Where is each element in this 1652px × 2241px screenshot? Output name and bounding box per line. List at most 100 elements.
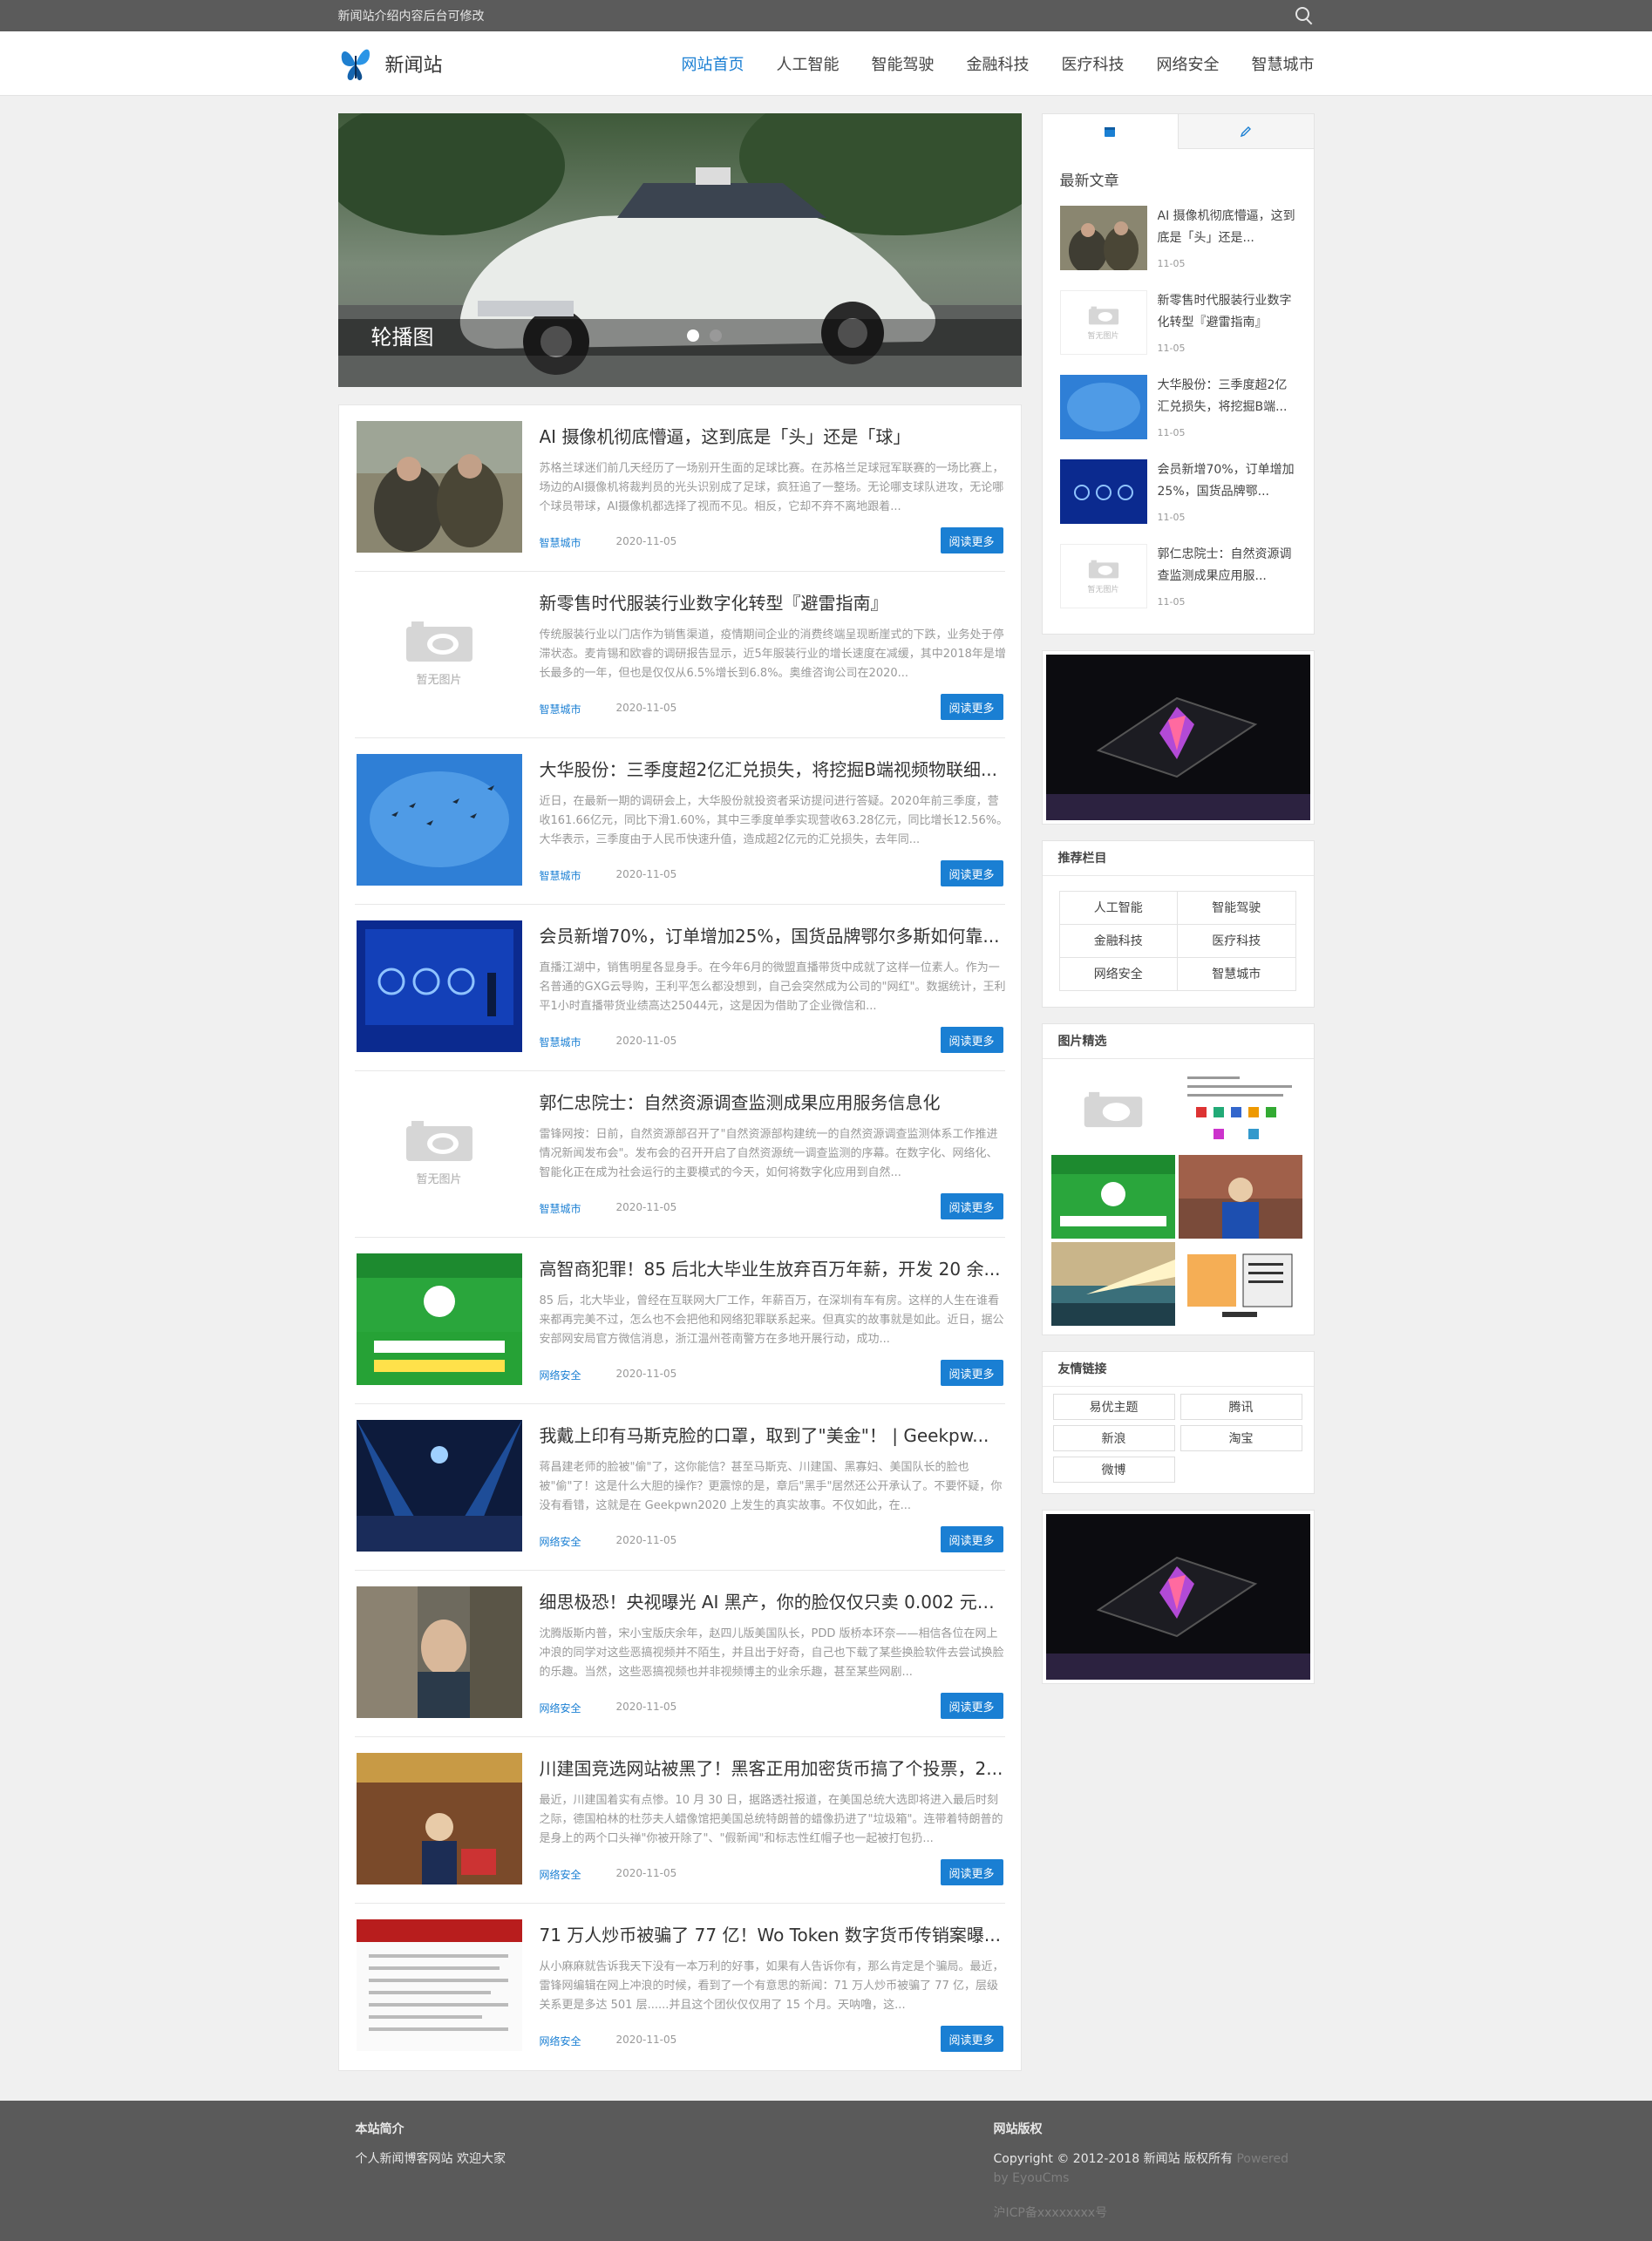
carousel-dot[interactable] [709, 329, 722, 342]
recent-title[interactable]: 新零售时代服装行业数字化转型『避雷指南』 [1158, 290, 1297, 334]
read-more-button[interactable]: 阅读更多 [940, 694, 1003, 720]
recent-title[interactable]: 大华股份：三季度超2亿汇兑损失，将挖掘B端... [1158, 375, 1297, 418]
recent-thumbnail[interactable] [1059, 206, 1147, 270]
article-category[interactable]: 智慧城市 [540, 1201, 581, 1216]
recent-thumbnail[interactable] [1059, 459, 1147, 524]
icp-link[interactable]: 沪ICP备xxxxxxxx号 [994, 2204, 1308, 2223]
article-category[interactable]: 网络安全 [540, 2034, 581, 2048]
article-title[interactable]: 我戴上印有马斯克脸的口罩，取到了"美金"！ | Geekpw... [540, 1422, 1010, 1447]
site-header: 新闻站 网站首页 人工智能 智能驾驶 金融科技 医疗科技 网络安全 智慧城市 [0, 31, 1652, 96]
nav-medtech[interactable]: 医疗科技 [1062, 52, 1125, 75]
article-thumbnail[interactable] [356, 754, 522, 886]
article-title[interactable]: 71 万人炒币被骗了 77 亿！Wo Token 数字货币传销案曝... [540, 1921, 1010, 1946]
read-more-button[interactable]: 阅读更多 [940, 2026, 1003, 2052]
picture-item[interactable] [1178, 1068, 1302, 1151]
article-title[interactable]: AI 摄像机彻底懵逼，这到底是「头」还是「球」 [540, 423, 1010, 448]
sidebar-ad-banner[interactable] [1041, 650, 1315, 825]
recent-thumbnail[interactable] [1059, 375, 1147, 439]
recommend-link[interactable]: 网络安全 [1058, 957, 1178, 991]
search-icon[interactable] [1294, 5, 1315, 26]
article-category[interactable]: 网络安全 [540, 1534, 581, 1549]
article-summary: 沈腾版斯内普，宋小宝版庆余年，赵四儿版美国队长，PDD 版桥本环奈——相信各位在… [539, 1627, 1004, 1679]
site-name: 新闻站 [384, 55, 443, 77]
article-category[interactable]: 智慧城市 [540, 868, 581, 883]
article-title[interactable]: 川建国竞选网站被黑了！黑客正用加密货币搞了个投票，2... [540, 1755, 1010, 1780]
site-footer: 本站简介 个人新闻博客网站 欢迎大家 网站版权 Copyright © 2012… [0, 2101, 1652, 2241]
recent-title[interactable]: 郭仁忠院士：自然资源调查监测成果应用服... [1158, 544, 1297, 587]
article-thumbnail[interactable]: 暂无图片 [356, 1087, 522, 1219]
friend-link[interactable]: 易优主题 [1052, 1394, 1175, 1420]
recommend-link[interactable]: 人工智能 [1058, 891, 1178, 925]
read-more-button[interactable]: 阅读更多 [940, 1193, 1003, 1219]
nav-home[interactable]: 网站首页 [682, 52, 744, 75]
picture-item[interactable] [1178, 1155, 1302, 1239]
article-thumbnail[interactable] [356, 1253, 522, 1385]
recent-item[interactable]: AI 摄像机彻底懵逼，这到底是「头」还是... 11-05 [1059, 199, 1297, 283]
article-category[interactable]: 智慧城市 [540, 1035, 581, 1049]
nav-smart-driving[interactable]: 智能驾驶 [872, 52, 935, 75]
article-category[interactable]: 网络安全 [540, 1368, 581, 1382]
article-thumbnail[interactable] [356, 1420, 522, 1552]
picture-item[interactable] [1050, 1155, 1175, 1239]
recent-item[interactable]: 暂无图片 郭仁忠院士：自然资源调查监测成果应用服... 11-05 [1059, 537, 1297, 621]
recent-title[interactable]: 会员新增70%，订单增加25%，国货品牌鄂... [1158, 459, 1297, 503]
article-thumbnail[interactable]: 暂无图片 [356, 587, 522, 719]
recommend-link[interactable]: 智慧城市 [1177, 957, 1296, 991]
carousel[interactable]: 轮播图 [337, 113, 1022, 387]
article-category[interactable]: 网络安全 [540, 1867, 581, 1882]
read-more-button[interactable]: 阅读更多 [940, 1360, 1003, 1386]
article-title[interactable]: 细思极恐！央视曝光 AI 黑产，你的脸仅仅只卖 0.002 元，... [540, 1588, 1010, 1613]
sidebar-ad-banner[interactable] [1041, 1510, 1315, 1684]
nav-ai[interactable]: 人工智能 [777, 52, 840, 75]
article-date: 2020-11-05 [615, 1534, 677, 1546]
article-title[interactable]: 大华股份：三季度超2亿汇兑损失，将挖掘B端视频物联细... [540, 756, 1010, 781]
recent-item[interactable]: 大华股份：三季度超2亿汇兑损失，将挖掘B端... 11-05 [1059, 368, 1297, 452]
read-more-button[interactable]: 阅读更多 [940, 1027, 1003, 1053]
tab-latest[interactable] [1042, 114, 1179, 149]
article-category[interactable]: 智慧城市 [540, 702, 581, 716]
pictures-box: 图片精选 [1041, 1023, 1315, 1335]
nav-fintech[interactable]: 金融科技 [967, 52, 1030, 75]
article-thumbnail[interactable] [356, 1919, 522, 2051]
article-category[interactable]: 智慧城市 [540, 535, 581, 550]
recommend-link[interactable]: 金融科技 [1058, 924, 1178, 958]
recent-thumbnail[interactable]: 暂无图片 [1059, 290, 1147, 355]
article-summary: 85 后，北大毕业，曾经在互联网大厂工作，年薪百万，在深圳有车有房。这样的人生在… [539, 1294, 1004, 1346]
article-item: 高智商犯罪！85 后北大毕业生放弃百万年薪，开发 20 余... 85 后，北大… [354, 1238, 1005, 1404]
picture-item[interactable] [1050, 1068, 1175, 1151]
article-thumbnail[interactable] [356, 1753, 522, 1884]
article-category[interactable]: 网络安全 [540, 1701, 581, 1715]
friend-link[interactable]: 淘宝 [1180, 1425, 1302, 1451]
read-more-button[interactable]: 阅读更多 [940, 1693, 1003, 1719]
nav-security[interactable]: 网络安全 [1157, 52, 1220, 75]
article-thumbnail[interactable] [356, 1586, 522, 1718]
friend-link[interactable]: 微博 [1052, 1457, 1175, 1483]
read-more-button[interactable]: 阅读更多 [940, 1859, 1003, 1885]
tab-edit[interactable] [1178, 114, 1314, 149]
recent-title[interactable]: AI 摄像机彻底懵逼，这到底是「头」还是... [1158, 206, 1297, 249]
article-item: 大华股份：三季度超2亿汇兑损失，将挖掘B端视频物联细... 近日，在最新一期的调… [354, 738, 1008, 905]
nav-smart-city[interactable]: 智慧城市 [1252, 52, 1315, 75]
read-more-button[interactable]: 阅读更多 [940, 860, 1003, 886]
read-more-button[interactable]: 阅读更多 [940, 1526, 1003, 1552]
article-title[interactable]: 郭仁忠院士：自然资源调查监测成果应用服务信息化 [540, 1089, 1010, 1114]
recent-item[interactable]: 会员新增70%，订单增加25%，国货品牌鄂... 11-05 [1059, 452, 1297, 537]
article-title[interactable]: 高智商犯罪！85 后北大毕业生放弃百万年薪，开发 20 余... [540, 1255, 1010, 1280]
article-thumbnail[interactable] [356, 920, 522, 1052]
read-more-button[interactable]: 阅读更多 [940, 527, 1003, 553]
article-title[interactable]: 会员新增70%，订单增加25%，国货品牌鄂尔多斯如何靠... [540, 922, 1010, 947]
recent-thumbnail[interactable]: 暂无图片 [1059, 544, 1147, 608]
recommend-link[interactable]: 医疗科技 [1177, 924, 1296, 958]
picture-item[interactable] [1178, 1242, 1302, 1326]
site-logo[interactable]: 新闻站 [338, 44, 443, 84]
recommend-link[interactable]: 智能驾驶 [1177, 891, 1296, 925]
recent-item[interactable]: 暂无图片 新零售时代服装行业数字化转型『避雷指南』 11-05 [1059, 283, 1297, 368]
friend-link[interactable]: 腾讯 [1180, 1394, 1302, 1420]
recent-articles-box: 最新文章 AI 摄像机彻底懵逼，这到底是「头」还是... 11-05 暂无图片 … [1041, 113, 1315, 635]
friend-link[interactable]: 新浪 [1052, 1425, 1175, 1451]
camera-icon [405, 1121, 472, 1161]
picture-item[interactable] [1050, 1242, 1175, 1326]
article-thumbnail[interactable] [356, 421, 522, 553]
carousel-dot[interactable] [686, 329, 699, 342]
article-title[interactable]: 新零售时代服装行业数字化转型『避雷指南』 [540, 589, 1010, 615]
